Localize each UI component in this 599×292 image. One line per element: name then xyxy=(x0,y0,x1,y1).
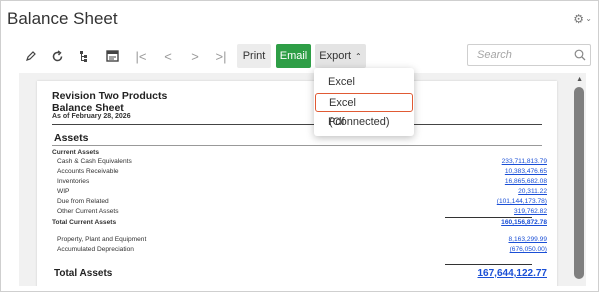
row-label: Inventories xyxy=(57,178,90,185)
menu-item-pdf[interactable]: Pdf xyxy=(315,113,413,132)
row-value-link[interactable]: 167,644,122.77 xyxy=(477,268,547,279)
total-current-assets-row: Total Current Assets 160,156,872.78 xyxy=(52,219,547,229)
row-value-link[interactable]: 319,762.82 xyxy=(514,208,547,215)
first-page-icon[interactable]: |< xyxy=(132,47,150,65)
row-label: Property, Plant and Equipment xyxy=(57,236,147,243)
last-page-icon[interactable]: >| xyxy=(212,47,230,65)
company-name: Revision Two Products xyxy=(52,90,168,102)
row-value-link[interactable]: 160,156,872.78 xyxy=(501,219,547,226)
total-assets-row: Total Assets 167,644,122.77 xyxy=(54,268,547,279)
chevron-down-icon[interactable]: ⌄ xyxy=(585,14,592,23)
row-label: Total Assets xyxy=(54,268,113,279)
chevron-up-icon: ⌃ xyxy=(355,51,362,61)
export-menu: Excel Excel (Connected) Pdf xyxy=(314,68,414,136)
row-value-link[interactable]: (676,050.00) xyxy=(510,246,547,253)
search-box xyxy=(467,44,591,66)
report-viewer[interactable]: Revision Two Products Balance Sheet As o… xyxy=(19,73,586,286)
header-divider xyxy=(52,124,542,125)
hierarchy-icon[interactable] xyxy=(75,47,93,65)
toolbar: |< < > >| Print Email Export ⌃ xyxy=(1,44,599,68)
table-row: Accounts Receivable 10,383,476.65 xyxy=(52,168,547,178)
search-input[interactable] xyxy=(468,45,572,65)
scrollbar-thumb[interactable] xyxy=(574,87,584,279)
table-row: Cash & Cash Equivalents 233,711,813.79 xyxy=(52,158,547,168)
table-row: Due from Related (101,144,173.78) xyxy=(52,198,547,208)
row-value-link[interactable]: (101,144,173.78) xyxy=(497,198,547,205)
export-label: Export xyxy=(319,50,352,62)
menu-item-excel[interactable]: Excel xyxy=(315,73,413,92)
refresh-icon[interactable] xyxy=(48,47,66,65)
row-label: Accounts Receivable xyxy=(57,168,119,175)
layout-icon[interactable] xyxy=(103,47,121,65)
print-button[interactable]: Print xyxy=(237,44,271,68)
email-button[interactable]: Email xyxy=(276,44,311,68)
row-label: Other Current Assets xyxy=(57,208,119,215)
gear-icon[interactable]: ⚙ xyxy=(573,12,584,26)
table-row: Property, Plant and Equipment 8,163,299.… xyxy=(52,236,547,246)
row-value-link[interactable]: 8,163,299.99 xyxy=(508,236,547,243)
row-label: Cash & Cash Equivalents xyxy=(57,158,132,165)
page-title: Balance Sheet xyxy=(7,9,118,28)
report-date: As of February 28, 2026 xyxy=(52,113,131,120)
row-value-link[interactable]: 16,865,682.08 xyxy=(505,178,547,185)
row-label: Current Assets xyxy=(52,149,100,156)
table-row: WIP 20,311.22 xyxy=(52,188,547,198)
row-label: Total Current Assets xyxy=(52,219,117,226)
row-value-link[interactable]: 20,311.22 xyxy=(518,188,547,195)
subtotal-rule xyxy=(445,217,532,218)
scroll-up-icon[interactable]: ▲ xyxy=(576,76,583,83)
section-assets: Assets xyxy=(54,132,89,144)
menu-item-excel-connected[interactable]: Excel (Connected) xyxy=(315,93,413,128)
table-row: Accumulated Depreciation (676,050.00) xyxy=(52,246,547,256)
scrollbar[interactable]: ▲ xyxy=(572,73,586,286)
row-label: Accumulated Depreciation xyxy=(57,246,134,253)
row-label: Due from Related xyxy=(57,198,109,205)
row-label: WIP xyxy=(57,188,70,195)
next-page-icon[interactable]: > xyxy=(186,47,204,65)
export-button[interactable]: Export ⌃ xyxy=(315,44,366,68)
table-row: Inventories 16,865,682.08 xyxy=(52,178,547,188)
previous-page-icon[interactable]: < xyxy=(159,47,177,65)
row-value-link[interactable]: 233,711,813.79 xyxy=(502,158,547,165)
report-page: Revision Two Products Balance Sheet As o… xyxy=(37,81,557,286)
search-icon[interactable] xyxy=(573,48,587,62)
pencil-icon[interactable] xyxy=(22,47,40,65)
total-rule xyxy=(445,264,532,265)
row-value-link[interactable]: 10,383,476.65 xyxy=(505,168,547,175)
report-window: Balance Sheet ⚙ ⌄ |< < > >| Print Email … xyxy=(0,0,599,292)
section-divider xyxy=(52,145,542,146)
